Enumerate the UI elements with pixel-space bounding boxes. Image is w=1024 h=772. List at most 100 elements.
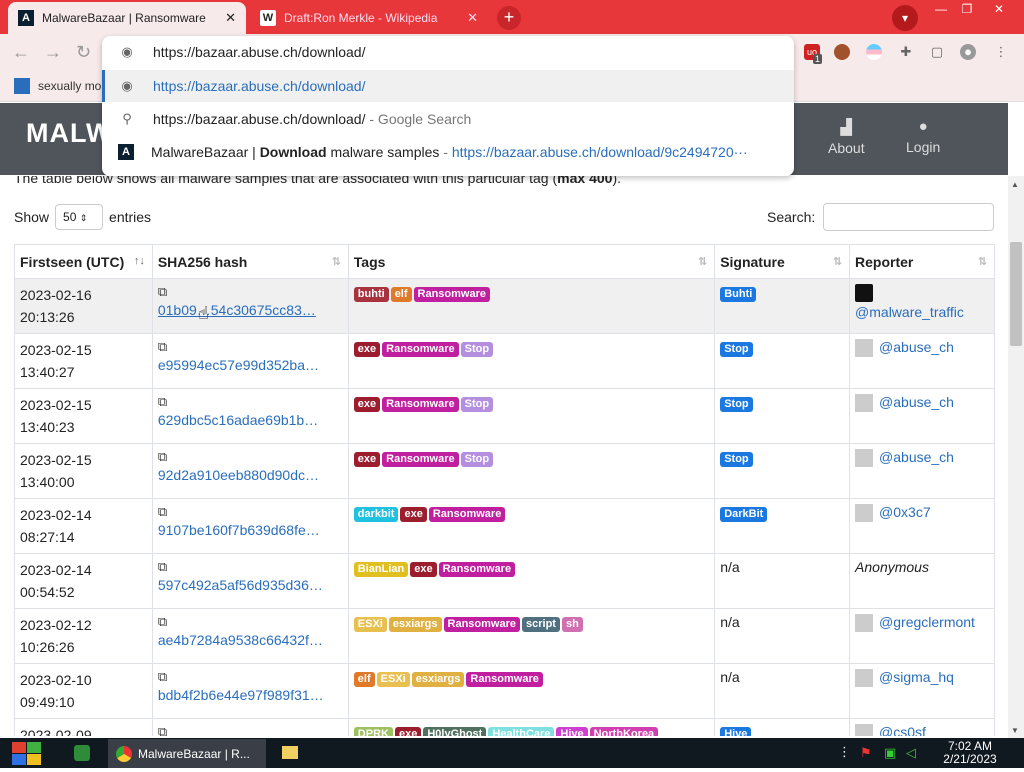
tab-search-button[interactable]: ▾ [892, 5, 918, 31]
side-panel-icon[interactable]: ▢ [929, 44, 945, 60]
hash-link[interactable]: 597c492a5af56d935d36… [158, 577, 323, 593]
tag-badge[interactable]: Ransomware [382, 342, 459, 357]
tag-badge[interactable]: Ransomware [443, 617, 521, 632]
extensions-puzzle-icon[interactable]: ✚ [898, 44, 914, 60]
windows-start-icon[interactable] [12, 742, 42, 766]
tag-badge[interactable]: Stop [460, 452, 494, 467]
browser-menu-icon[interactable]: ⋮ [993, 44, 1009, 60]
tag-badge[interactable]: exe [400, 507, 427, 522]
tag-badge[interactable]: exe [353, 342, 381, 357]
copy-icon[interactable]: ⧉ [158, 284, 343, 302]
copy-icon[interactable]: ⧉ [158, 449, 343, 467]
taskbar-clock[interactable]: 7:02 AM 2/21/2023 [932, 740, 1008, 766]
profile-avatar-icon[interactable]: ● [960, 44, 976, 60]
signature-badge[interactable]: Stop [720, 452, 753, 467]
network-icon[interactable]: ▣ [884, 745, 896, 761]
tag-badge[interactable]: exe [353, 452, 381, 467]
omnibox-suggestion-url[interactable]: ◉ https://bazaar.abuse.ch/download/ [102, 70, 794, 102]
column-header-sha256[interactable]: SHA256 hash ⇅ [151, 244, 349, 279]
copy-icon[interactable]: ⧉ [158, 614, 343, 632]
table-row[interactable]: 2023-02-14 08:27:14 ⧉ 9107be160f7b639d68fe…… [14, 498, 995, 554]
tag-badge[interactable]: ESXi [376, 672, 410, 687]
table-row[interactable]: 2023-02-14 00:54:52 ⧉ 597c492a5af56d935d36…… [14, 553, 995, 609]
tag-badge[interactable]: esxiargs [388, 617, 442, 632]
signature-badge[interactable]: Stop [720, 397, 753, 412]
restore-button[interactable]: ❐ [952, 0, 982, 18]
omnibox-suggestion-history[interactable]: A MalwareBazaar | Download malware sampl… [102, 136, 794, 168]
scroll-down-icon[interactable]: ▼ [1011, 726, 1019, 735]
close-window-button[interactable]: ✕ [984, 0, 1014, 18]
omnibox-suggestion-search[interactable]: ⚲ https://bazaar.abuse.ch/download/ - Go… [102, 103, 794, 135]
tag-badge[interactable]: sh [561, 617, 583, 632]
new-tab-button[interactable]: + [497, 6, 521, 30]
taskbar-chrome-window[interactable]: MalwareBazaar | R... [108, 739, 266, 768]
tag-badge[interactable]: Stop [460, 397, 494, 412]
reporter-link[interactable]: @malware_traffic [855, 304, 964, 320]
close-tab-icon[interactable]: ✕ [467, 10, 478, 26]
reporter-link[interactable]: @0x3c7 [879, 504, 931, 520]
volume-icon[interactable]: ◁ [906, 745, 916, 761]
table-row[interactable]: 2023-02-15 13:40:23 ⧉ 629dbc5c16adae69b1b… e… [14, 388, 995, 444]
copy-icon[interactable]: ⧉ [158, 559, 343, 577]
back-icon[interactable]: ← [12, 42, 30, 63]
nav-about[interactable]: ▟ About [828, 118, 865, 156]
tab-wikipedia[interactable]: W Draft:Ron Merkle - Wikipedia ✕ [250, 2, 488, 34]
copy-icon[interactable]: ⧉ [158, 394, 343, 412]
tag-badge[interactable]: exe [353, 397, 381, 412]
table-row[interactable]: 2023-02-15 13:40:00 ⧉ 92d2a910eeb880d90dc… e… [14, 443, 995, 499]
scroll-up-icon[interactable]: ▲ [1011, 180, 1019, 189]
tag-badge[interactable]: BianLian [353, 562, 409, 577]
tag-badge[interactable]: exe [410, 562, 437, 577]
table-row[interactable]: 2023-02-10 09:49:10 ⧉ bdb4f2b6e44e97f989f31… [14, 663, 995, 719]
table-row[interactable]: 2023-02-15 13:40:27 ⧉ e95994ec57e99d352ba… e… [14, 333, 995, 389]
tag-badge[interactable]: Ransomware [413, 287, 491, 302]
copy-icon[interactable]: ⧉ [158, 339, 343, 357]
column-header-tags[interactable]: Tags ⇅ [347, 244, 716, 279]
search-input[interactable] [823, 203, 994, 231]
signature-badge[interactable]: DarkBit [720, 507, 768, 522]
signature-badge[interactable]: Buhti [720, 287, 757, 302]
profile-extension-icon[interactable] [834, 44, 850, 60]
tag-badge[interactable]: buhti [353, 287, 389, 302]
reporter-link[interactable]: @sigma_hq [879, 669, 954, 685]
omnibox-input[interactable]: https://bazaar.abuse.ch/download/ [153, 44, 365, 60]
reporter-link[interactable]: @abuse_ch [879, 394, 954, 410]
hash-link[interactable]: ae4b7284a9538c66432f… [158, 632, 323, 648]
reload-icon[interactable]: ↻ [76, 42, 91, 63]
file-explorer-icon[interactable] [282, 746, 298, 759]
nav-login[interactable]: ● Login [906, 118, 940, 155]
entries-select[interactable]: 50 ⇕ [55, 204, 104, 230]
bookmark-item[interactable]: sexually mo [14, 78, 101, 94]
column-header-signature[interactable]: Signature ⇅ [714, 244, 851, 279]
hash-link[interactable]: e95994ec57e99d352ba… [158, 357, 319, 373]
flag-icon[interactable]: ⚑ [860, 745, 872, 761]
tag-badge[interactable]: elf [390, 287, 412, 302]
reporter-link[interactable]: @gregclermont [879, 614, 975, 630]
hash-link[interactable]: 01b09…54c30675cc83… [158, 302, 316, 318]
hash-link[interactable]: bdb4f2b6e44e97f989f31… [158, 687, 324, 703]
tag-badge[interactable]: Ransomware [438, 562, 516, 577]
close-tab-icon[interactable]: ✕ [225, 10, 236, 26]
tag-badge[interactable]: Stop [460, 342, 494, 357]
tag-badge[interactable]: ESXi [353, 617, 387, 632]
tag-badge[interactable]: esxiargs [411, 672, 465, 687]
tag-badge[interactable]: darkbit [353, 507, 399, 522]
site-logo[interactable]: MALW [26, 118, 112, 149]
tag-badge[interactable]: Ransomware [382, 397, 459, 412]
hash-link[interactable]: 629dbc5c16adae69b1b… [158, 412, 318, 428]
signature-badge[interactable]: Stop [720, 342, 753, 357]
table-row[interactable]: 2023-02-16 20:13:26 ⧉ 01b09…54c30675cc83… bu… [14, 278, 995, 334]
sheets-app-icon[interactable] [74, 745, 90, 761]
tab-malwarebazaar[interactable]: A MalwareBazaar | Ransomware ✕ [8, 2, 246, 34]
forward-icon[interactable]: → [44, 42, 62, 63]
tag-badge[interactable]: Ransomware [382, 452, 459, 467]
tag-badge[interactable]: Ransomware [466, 672, 543, 687]
scrollbar-thumb[interactable] [1010, 242, 1022, 346]
reporter-link[interactable]: @abuse_ch [879, 449, 954, 465]
pride-extension-icon[interactable] [866, 44, 882, 60]
tray-overflow-icon[interactable]: ⋮ [838, 744, 851, 760]
column-header-reporter[interactable]: Reporter ⇅ [849, 244, 995, 279]
reporter-link[interactable]: @abuse_ch [879, 339, 954, 355]
tag-badge[interactable]: Ransomware [428, 507, 506, 522]
hash-link[interactable]: 9107be160f7b639d68fe… [158, 522, 320, 538]
